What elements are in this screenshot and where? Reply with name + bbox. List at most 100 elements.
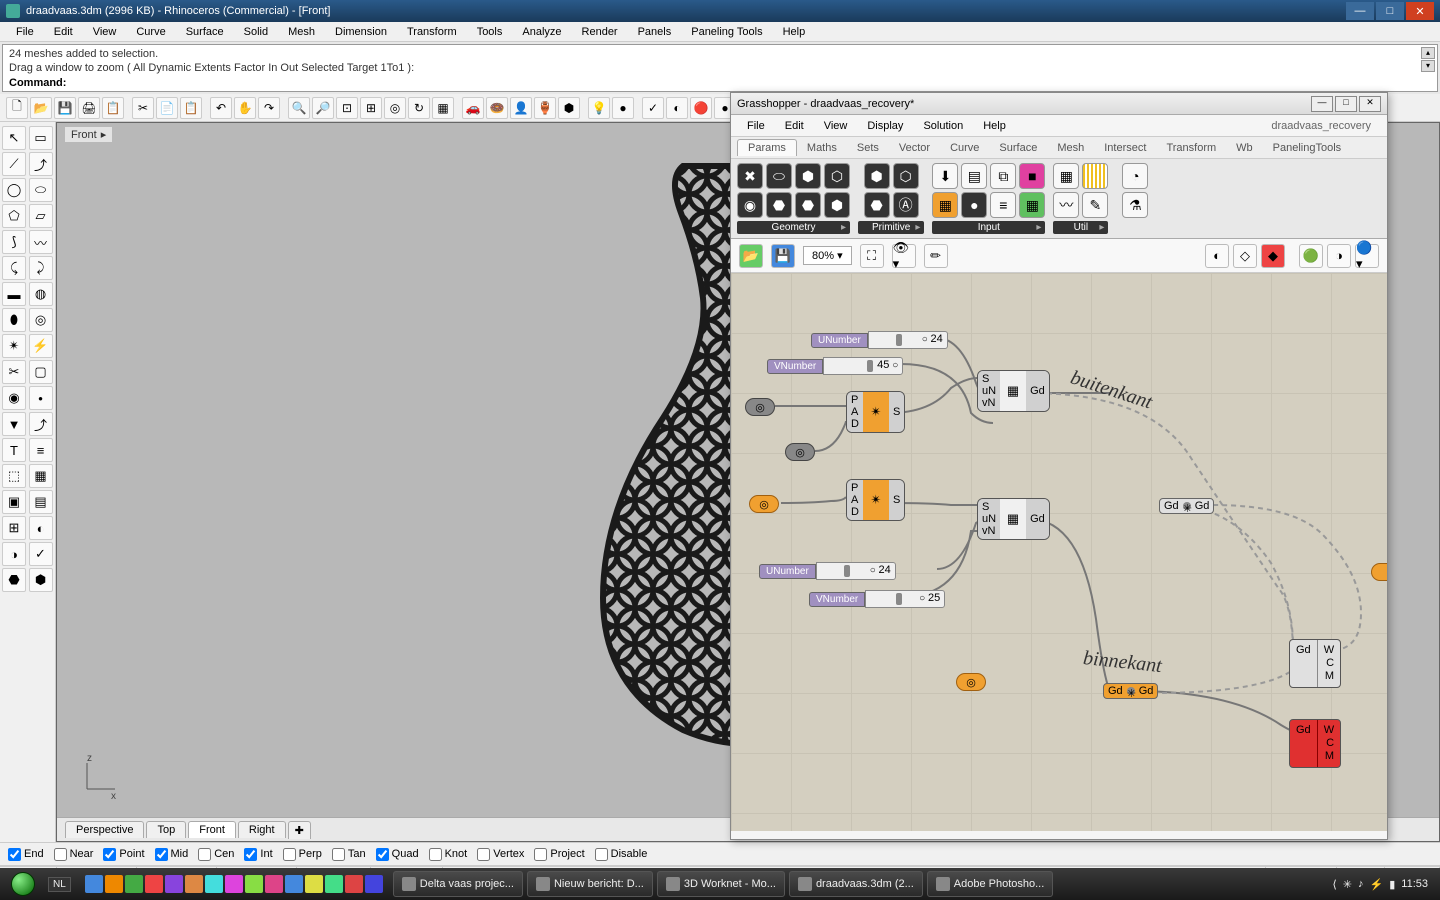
gh-param-cut[interactable] (1371, 563, 1387, 581)
taskbar-item[interactable]: Delta vaas projec... (393, 871, 523, 897)
viewport-tab[interactable]: Perspective (65, 821, 144, 838)
gh-open-button[interactable]: 📂 (739, 244, 763, 268)
osnap-point[interactable]: Point (103, 848, 144, 861)
taskbar-item[interactable]: 3D Worknet - Mo... (657, 871, 785, 897)
tray-icon[interactable]: ▮ (1389, 878, 1395, 891)
gh-tab[interactable]: PanelingTools (1263, 140, 1352, 156)
gh-document-name[interactable]: draadvaas_recovery (1261, 118, 1381, 134)
gh-component-divide[interactable]: PAD ✴ S (846, 479, 905, 521)
toolbar-button[interactable]: 📋 (180, 97, 202, 119)
gh-toggle-button[interactable]: ◆ (1261, 244, 1285, 268)
gh-menu-item[interactable]: Help (973, 118, 1016, 134)
menu-item[interactable]: File (6, 24, 44, 40)
tool-button[interactable]: ⊞ (2, 516, 26, 540)
gh-tab[interactable]: Intersect (1094, 140, 1156, 156)
menu-item[interactable]: Dimension (325, 24, 397, 40)
toolbar-button[interactable]: ↶ (210, 97, 232, 119)
tool-button[interactable]: T (2, 438, 26, 462)
quick-launch-icon[interactable] (205, 875, 223, 893)
menu-item[interactable]: Curve (126, 24, 175, 40)
gh-tab[interactable]: Curve (940, 140, 989, 156)
gh-slider-vnumber[interactable]: VNumber ○ 25 (809, 590, 945, 608)
gh-component-divide[interactable]: PAD ✴ S (846, 391, 905, 433)
tool-button[interactable]: ▬ (2, 282, 26, 306)
tool-button[interactable]: ↖ (2, 126, 26, 150)
scroll-up-button[interactable]: ▴ (1421, 47, 1435, 59)
quick-launch-icon[interactable] (305, 875, 323, 893)
gh-toggle-button[interactable]: ◇ (1233, 244, 1257, 268)
quick-launch-icon[interactable] (85, 875, 103, 893)
toolbar-button[interactable]: ● (612, 97, 634, 119)
osnap-near[interactable]: Near (54, 848, 94, 861)
tool-button[interactable]: ▱ (29, 204, 53, 228)
gh-component-button[interactable]: ▦ (932, 192, 958, 218)
menu-item[interactable]: Edit (44, 24, 83, 40)
gh-component-button[interactable]: ⬢ (824, 192, 850, 218)
gh-component-button[interactable]: ✎ (1082, 192, 1108, 218)
tool-button[interactable]: ◐ (29, 516, 53, 540)
toolbar-button[interactable]: 💡 (588, 97, 610, 119)
gh-group-label[interactable]: Primitive (858, 221, 924, 234)
gh-menu-item[interactable]: Solution (913, 118, 973, 134)
gh-zoom-extents-button[interactable]: ⛶ (860, 244, 884, 268)
tool-button[interactable]: ✓ (29, 542, 53, 566)
minimize-button[interactable]: — (1346, 2, 1374, 20)
quick-launch-icon[interactable] (105, 875, 123, 893)
quick-launch-icon[interactable] (165, 875, 183, 893)
gh-component-button[interactable]: ✖ (737, 163, 763, 189)
toolbar-button[interactable]: 📂 (30, 97, 52, 119)
osnap-project[interactable]: Project (534, 848, 584, 861)
tool-button[interactable]: ▭ (29, 126, 53, 150)
toolbar-button[interactable]: ◎ (384, 97, 406, 119)
menu-item[interactable]: Paneling Tools (681, 24, 772, 40)
viewport-tab[interactable]: Top (146, 821, 186, 838)
tool-button[interactable]: ◯ (2, 178, 26, 202)
osnap-int[interactable]: Int (244, 848, 272, 861)
maximize-button[interactable]: □ (1376, 2, 1404, 20)
gh-component-error[interactable]: Gd WCM (1289, 719, 1341, 768)
gh-component-surface-grid[interactable]: SuNvN ▦ Gd (977, 370, 1050, 412)
tool-button[interactable]: • (29, 386, 53, 410)
gh-tab[interactable]: Vector (889, 140, 940, 156)
gh-component-button[interactable]: ⬇ (932, 163, 958, 189)
toolbar-button[interactable]: 📄 (156, 97, 178, 119)
gh-menu-item[interactable]: Display (857, 118, 913, 134)
viewport-tab[interactable]: Front (188, 821, 236, 838)
tool-button[interactable]: ≡ (29, 438, 53, 462)
gh-scribble-label[interactable]: buitenkant (1068, 367, 1155, 415)
gh-group-label[interactable]: Geometry (737, 221, 850, 234)
toolbar-button[interactable]: 👤 (510, 97, 532, 119)
toolbar-button[interactable]: 🔎 (312, 97, 334, 119)
gh-save-button[interactable]: 💾 (771, 244, 795, 268)
viewport-tab[interactable]: Right (238, 821, 286, 838)
add-viewport-tab[interactable]: ✚ (288, 821, 311, 839)
gh-component-button[interactable]: ◉ (737, 192, 763, 218)
tray-clock[interactable]: 11:53 (1401, 878, 1428, 890)
gh-scribble-label[interactable]: binnekant (1082, 647, 1163, 678)
gh-component-button[interactable]: ≡ (990, 192, 1016, 218)
toolbar-button[interactable]: 🚗 (462, 97, 484, 119)
tool-button[interactable]: ▣ (2, 490, 26, 514)
tool-button[interactable]: ◍ (29, 282, 53, 306)
osnap-quad[interactable]: Quad (376, 848, 419, 861)
gh-component-button[interactable]: ⬣ (795, 192, 821, 218)
tool-button[interactable]: ⤴ (29, 412, 53, 436)
menu-item[interactable]: Analyze (512, 24, 571, 40)
tool-button[interactable]: ⬠ (2, 204, 26, 228)
gh-component-button[interactable]: ● (961, 192, 987, 218)
gh-component-button[interactable]: ⬡ (893, 163, 919, 189)
gh-component-button[interactable]: ⧉ (990, 163, 1016, 189)
gh-component-button[interactable]: ⬡ (824, 163, 850, 189)
toolbar-button[interactable]: 💾 (54, 97, 76, 119)
gh-minimize-button[interactable]: — (1311, 96, 1333, 112)
gh-slider-unumber[interactable]: UNumber ○ 24 (759, 562, 896, 580)
gh-component-button[interactable]: ▦ (1019, 192, 1045, 218)
gh-group-label[interactable]: Util (1053, 221, 1108, 234)
gh-component-button[interactable]: 〰 (1053, 192, 1079, 218)
toolbar-button[interactable]: ▦ (432, 97, 454, 119)
gh-group-label[interactable]: Input (932, 221, 1045, 234)
scroll-down-button[interactable]: ▾ (1421, 60, 1435, 72)
gh-tab[interactable]: Params (737, 139, 797, 156)
quick-launch-icon[interactable] (225, 875, 243, 893)
quick-launch-icon[interactable] (285, 875, 303, 893)
